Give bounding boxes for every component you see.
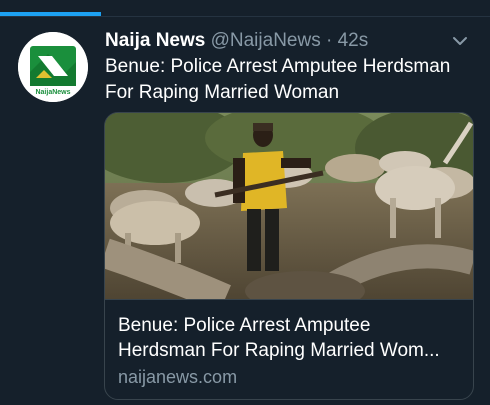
card-title-line-2: Herdsman For Raping Married Wom...	[118, 340, 440, 361]
card-title[interactable]: Benue: Police Arrest Amputee Herdsman Fo…	[118, 313, 463, 363]
avatar[interactable]: NaijaNews	[18, 32, 88, 102]
tweet-header: Naija News @NaijaNews · 42s	[105, 29, 455, 53]
active-tab-indicator	[0, 12, 101, 16]
author-name[interactable]: Naija News	[105, 30, 205, 51]
card-image[interactable]	[105, 113, 473, 300]
author-handle[interactable]: @NaijaNews	[211, 30, 321, 51]
card-domain: naijanews.com	[118, 367, 238, 387]
tweet-view: NaijaNews Naija News @NaijaNews · 42s Be…	[0, 0, 490, 405]
logo-text: NaijaNews	[35, 89, 70, 96]
naija-news-logo: NaijaNews	[18, 32, 88, 102]
tweet-timestamp[interactable]: 42s	[338, 30, 369, 51]
chevron-down-icon	[453, 37, 467, 45]
card-title-line-1: Benue: Police Arrest Amputee	[118, 315, 371, 336]
tweet-text: Benue: Police Arrest Amputee Herdsman Fo…	[105, 56, 451, 103]
tweet-menu-button[interactable]	[450, 31, 470, 51]
herdsman-cattle-photo	[105, 113, 473, 299]
separator-dot: ·	[326, 30, 333, 51]
link-card[interactable]: Benue: Police Arrest Amputee Herdsman Fo…	[104, 112, 474, 400]
tab-bar	[0, 0, 490, 17]
